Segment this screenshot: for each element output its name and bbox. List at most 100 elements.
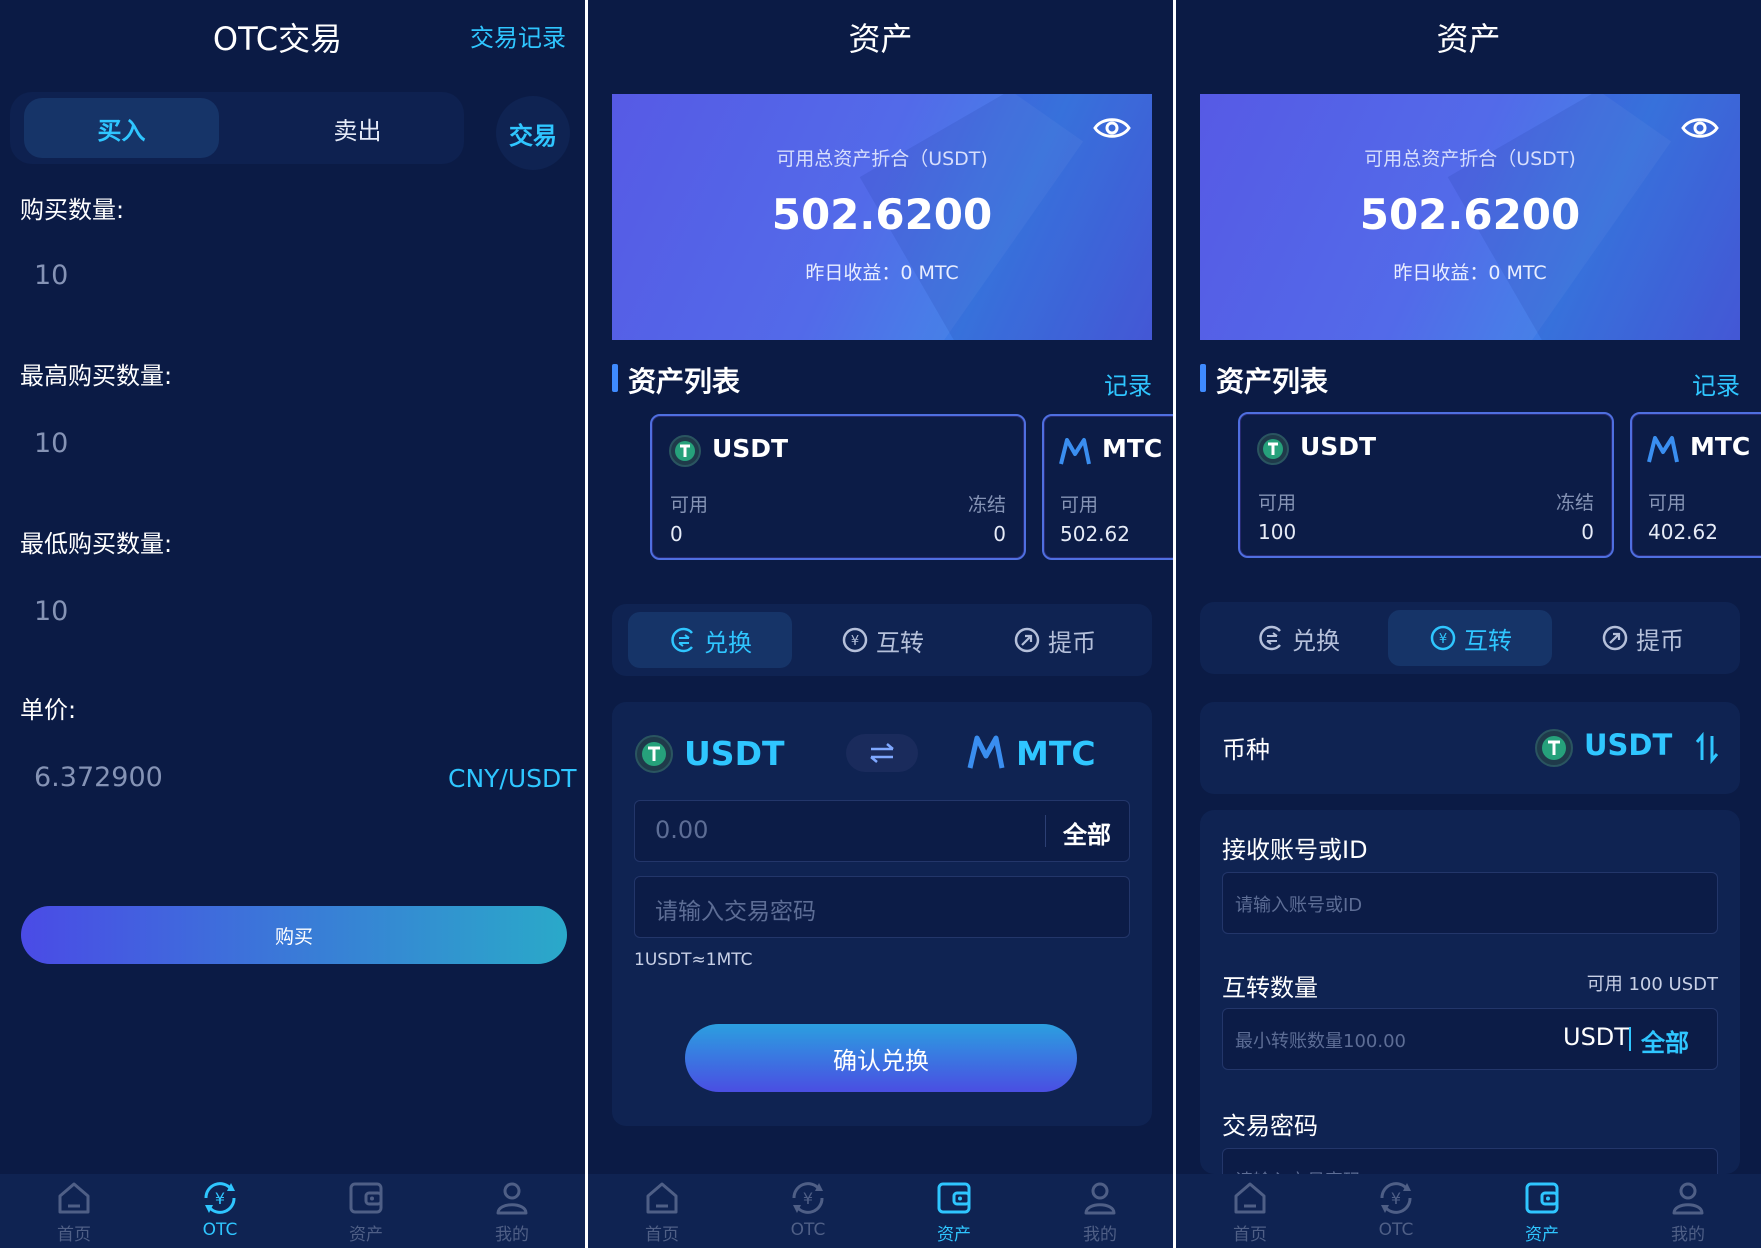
usdt-asset-card[interactable]: USDT 可用 冻结 0 0 [650,414,1026,560]
tab-assets[interactable]: 资产 [1469,1178,1615,1248]
tab-otc[interactable]: ¥ OTC [735,1178,881,1248]
tab-exchange[interactable]: 兑换 [628,612,792,668]
exchange-rate: 1USDT≈1MTC [634,950,753,970]
screenshot-root: OTC交易 交易记录 买入 卖出 交易 购买数量: 10 最高购买数量: 10 … [0,0,1762,1248]
yesterday-earnings: 昨日收益：0 MTC [1393,262,1547,284]
mtc-asset-card[interactable]: MTC 可用 502.62 [1042,414,1173,560]
usdt-frozen-value: 0 [1581,520,1594,544]
withdraw-icon [1602,625,1628,651]
tab-mine-label: 我的 [495,1225,529,1245]
tab-otc[interactable]: ¥ OTC [1323,1178,1469,1248]
tab-home[interactable]: 首页 [1177,1178,1323,1248]
currency-label: 币种 [1222,736,1270,764]
currency-value: USDT [1584,728,1673,762]
home-icon [58,1182,90,1214]
wallet-icon [1525,1182,1559,1214]
price-label: 单价: [20,696,77,724]
tab-exchange[interactable]: 兑换 [1216,610,1380,666]
from-coin: USDT [684,734,785,773]
eye-icon[interactable] [1680,114,1720,142]
mtc-asset-card[interactable]: MTC 可用 402.62 [1630,412,1761,558]
receiver-label: 接收账号或ID [1222,836,1368,864]
asset-list-title: 资产列表 [628,365,741,398]
exchange-amount-input[interactable]: 0.00 全部 [634,800,1130,862]
asset-operation-tabs: 兑换 ¥ 互转 提币 [1200,602,1740,674]
buy-button[interactable]: 购买 [21,906,567,964]
banner-caption: 可用总资产折合（USDT) [776,148,988,170]
tab-withdraw-label: 提币 [1636,626,1684,655]
mtc-coin-icon [1647,436,1679,463]
tab-withdraw[interactable]: 提币 [972,612,1136,668]
amount-placeholder: 0.00 [655,816,709,844]
buy-qty-input[interactable]: 10 [34,260,68,291]
all-button[interactable]: 全部 [1641,1023,1689,1058]
tab-transfer-label: 互转 [876,628,924,657]
mtc-coin-icon [1059,438,1091,465]
mtc-name: MTC [1690,432,1751,461]
max-qty-value: 10 [34,428,69,459]
tab-mine[interactable]: 我的 [439,1178,585,1248]
trade-records-link[interactable]: 交易记录 [470,18,566,53]
tab-transfer[interactable]: ¥ 互转 [800,612,964,668]
price-value: 6.372900 [34,762,163,793]
tab-withdraw-label: 提币 [1048,628,1096,657]
swap-button[interactable] [846,734,918,772]
usdt-frozen-value: 0 [993,522,1006,546]
tab-withdraw[interactable]: 提币 [1560,610,1724,666]
usdt-frozen-label: 冻结 [967,494,1006,516]
assets-exchange-screen: 资产 可用总资产折合（USDT) 502.6200 昨日收益：0 MTC 资产列… [588,0,1173,1248]
price-unit: CNY/USDT [448,764,577,793]
trade-password-input[interactable]: 请输入交易密码 [634,876,1130,938]
usdt-available-value: 100 [1258,520,1297,544]
trade-badge-button[interactable]: 交易 [496,96,570,170]
transfer-amount-input[interactable]: 最小转账数量100.00 USDT 全部 [1222,1008,1718,1070]
swap-arrows-icon [870,743,894,763]
divider [1045,815,1046,847]
exchange-icon [671,627,693,653]
usdt-available-label: 可用 [1258,492,1297,514]
all-button[interactable]: 全部 [1063,815,1111,850]
tab-assets[interactable]: 资产 [293,1178,439,1248]
exchange-panel: USDT MTC 0.00 全部 请输入交易密码 1USDT≈1MTC 确认兑换 [612,702,1152,1126]
tab-home-label: 首页 [1233,1225,1267,1245]
buy-sell-toggle: 买入 卖出 [10,92,464,164]
min-qty-label: 最低购买数量: [20,530,173,558]
records-link[interactable]: 记录 [1692,366,1740,401]
tab-transfer[interactable]: ¥ 互转 [1388,610,1552,666]
tab-exchange-label: 兑换 [1292,626,1340,655]
usdt-name: USDT [1300,432,1377,461]
tab-home[interactable]: 首页 [1,1178,147,1248]
tab-home-label: 首页 [645,1225,679,1245]
receiver-input[interactable]: 请输入账号或ID [1222,872,1718,934]
tab-home[interactable]: 首页 [589,1178,735,1248]
tab-mine[interactable]: 我的 [1615,1178,1761,1248]
otc-icon: ¥ [1380,1182,1412,1214]
confirm-exchange-button[interactable]: 确认兑换 [685,1024,1077,1092]
user-icon [1084,1182,1116,1215]
tab-otc-label: OTC [1378,1220,1414,1240]
svg-text:¥: ¥ [1439,632,1447,647]
tab-mine[interactable]: 我的 [1027,1178,1173,1248]
tab-assets[interactable]: 资产 [881,1178,1027,1248]
tab-exchange-label: 兑换 [704,628,752,657]
tab-otc[interactable]: ¥ OTC [147,1178,293,1248]
tab-sell[interactable]: 卖出 [260,98,455,158]
tab-mine-label: 我的 [1083,1225,1117,1245]
divider [1629,1027,1631,1051]
usdt-coin-icon [669,435,701,467]
records-link[interactable]: 记录 [1104,366,1152,401]
tab-mine-label: 我的 [1671,1225,1705,1245]
eye-icon[interactable] [1092,114,1132,142]
asset-operation-tabs: 兑换 ¥ 互转 提币 [612,604,1152,676]
transfer-form: 接收账号或ID 请输入账号或ID 互转数量 可用 100 USDT 最小转账数量… [1200,810,1740,1210]
total-assets-amount: 502.6200 [771,190,993,239]
usdt-name: USDT [712,434,789,463]
bottom-tab-bar: 首页 ¥ OTC 资产 我的 [1176,1174,1761,1248]
usdt-coin-icon [635,735,673,773]
user-icon [496,1182,528,1215]
tab-buy[interactable]: 买入 [24,98,219,158]
usdt-asset-card[interactable]: USDT 可用 冻结 100 0 [1238,412,1614,558]
home-icon [1234,1182,1266,1214]
currency-selector[interactable]: 币种 USDT [1200,702,1740,794]
otc-icon: ¥ [204,1182,236,1214]
